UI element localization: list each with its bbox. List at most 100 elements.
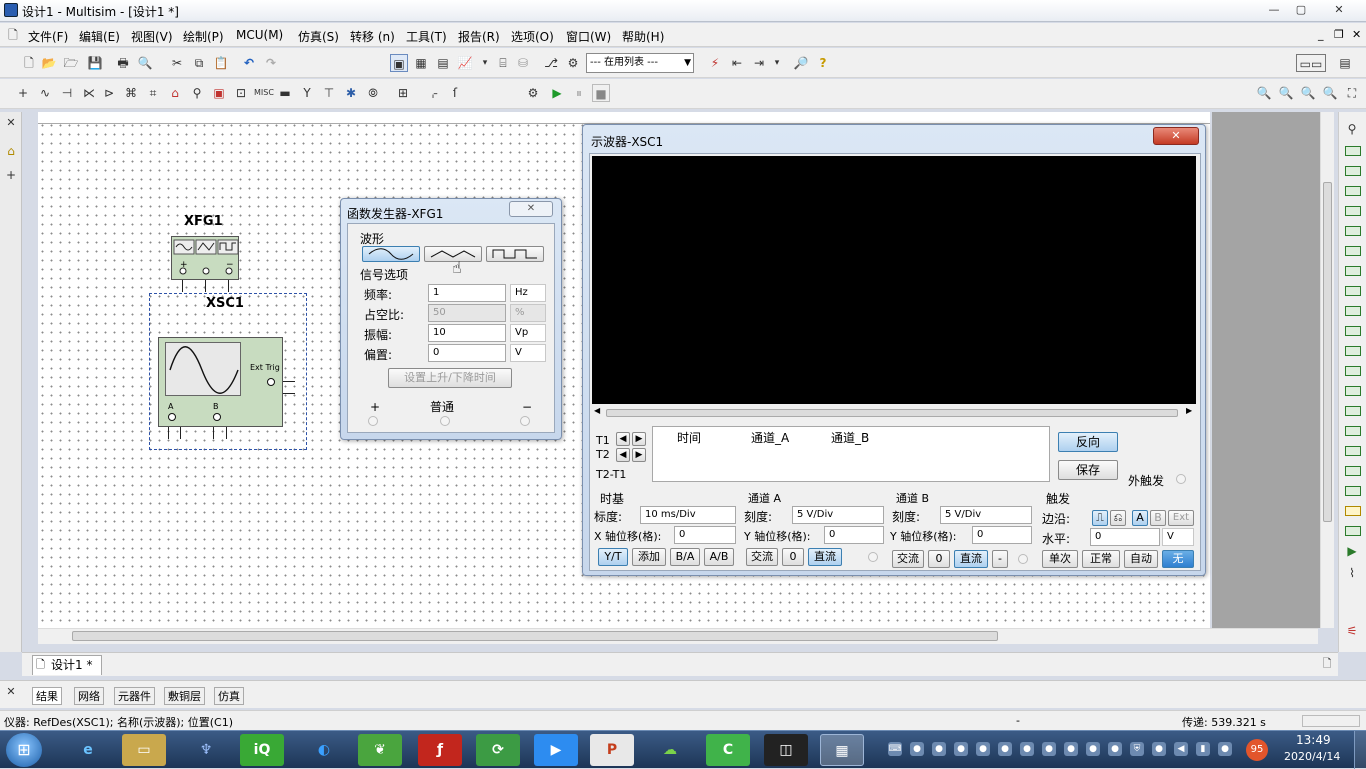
channel-b-ac-button[interactable]: 交流: [892, 550, 924, 568]
frequency-counter-icon[interactable]: [1345, 246, 1361, 256]
t2-right-arrow-icon[interactable]: ▶: [632, 448, 646, 462]
network-analyzer-icon[interactable]: [1345, 386, 1361, 396]
ext-trig-terminal[interactable]: [267, 378, 275, 386]
print-preview-icon[interactable]: 🔍: [136, 54, 154, 72]
ttl-icon[interactable]: ⌘: [122, 84, 140, 102]
cut-icon[interactable]: ✂: [168, 54, 186, 72]
auto-trigger-button[interactable]: 自动: [1124, 550, 1158, 568]
tray-icon[interactable]: ●: [976, 742, 990, 756]
close-icon[interactable]: ✕: [2, 114, 20, 132]
multimeter-icon[interactable]: ⚲: [1343, 120, 1361, 138]
pause-icon[interactable]: ⏸: [570, 84, 588, 102]
trigger-source-a-button[interactable]: A: [1132, 510, 1148, 526]
trigger-source-b-button[interactable]: B: [1150, 510, 1166, 526]
none-trigger-button[interactable]: 无: [1162, 550, 1194, 568]
bus-icon[interactable]: ⌌: [424, 84, 442, 102]
print-icon[interactable]: 🖶: [114, 54, 132, 72]
undo-icon[interactable]: ↶: [240, 54, 258, 72]
oscilloscope-display[interactable]: [592, 156, 1196, 404]
zoom-out-icon[interactable]: 🔍: [1277, 84, 1295, 102]
channel-b-terminal[interactable]: [1018, 554, 1028, 564]
tab-simulation[interactable]: 仿真: [214, 687, 244, 705]
trigger-level-unit[interactable]: V: [1162, 528, 1194, 546]
tab-components[interactable]: 元器件: [114, 687, 155, 705]
tray-icon[interactable]: ●: [1218, 742, 1232, 756]
spreadsheet-icon[interactable]: ▤: [434, 54, 452, 72]
channel-b-minus-button[interactable]: -: [992, 550, 1008, 568]
taskbar-zoom[interactable]: ▶: [534, 734, 578, 766]
menu-file[interactable]: 文件(F): [28, 28, 68, 45]
ext-trigger-terminal[interactable]: [1176, 474, 1186, 484]
channel-b-terminal[interactable]: [213, 413, 221, 421]
advanced-peripherals-icon[interactable]: ⚲: [188, 84, 206, 102]
transistor-icon[interactable]: ⋉: [80, 84, 98, 102]
scroll-right-icon[interactable]: ▶: [1186, 406, 1192, 415]
channel-a-y-position-input[interactable]: 0: [824, 526, 884, 544]
save-icon[interactable]: 💾: [86, 54, 104, 72]
vertical-scrollbar[interactable]: [1320, 112, 1334, 628]
t1-right-arrow-icon[interactable]: ▶: [632, 432, 646, 446]
scroll-left-icon[interactable]: ◀: [594, 406, 600, 415]
current-probe-icon[interactable]: [1345, 526, 1361, 536]
add-mode-button[interactable]: 添加: [632, 548, 666, 566]
taskbar-iqiyi[interactable]: iQ: [240, 734, 284, 766]
electrical-rules-icon[interactable]: ⚙: [564, 54, 582, 72]
tray-icon[interactable]: ●: [1152, 742, 1166, 756]
tray-icon[interactable]: ●: [1108, 742, 1122, 756]
tab-results[interactable]: 结果: [32, 687, 62, 705]
notification-badge[interactable]: 95: [1246, 739, 1268, 761]
menu-simulate[interactable]: 仿真(S): [298, 28, 339, 45]
rf-icon[interactable]: Y: [298, 84, 316, 102]
ab-mode-button[interactable]: A/B: [704, 548, 734, 566]
channel-a-terminal[interactable]: [168, 413, 176, 421]
tray-icon[interactable]: ●: [998, 742, 1012, 756]
add-icon[interactable]: +: [2, 166, 20, 184]
horizontal-scrollbar[interactable]: [38, 628, 1318, 644]
source-icon[interactable]: +: [14, 84, 32, 102]
display-scrollbar[interactable]: ◀ ▶: [592, 406, 1196, 420]
positive-terminal[interactable]: [368, 416, 378, 426]
minimize-button[interactable]: —: [1263, 2, 1285, 18]
rise-fall-time-button[interactable]: 设置上升/下降时间: [388, 368, 512, 388]
play-instrument-icon[interactable]: ▶: [1343, 542, 1361, 560]
tray-icon[interactable]: ●: [1042, 742, 1056, 756]
hierarchy-icon[interactable]: ⎇: [542, 54, 560, 72]
square-wave-button[interactable]: [486, 246, 544, 262]
close-button[interactable]: ✕: [1328, 2, 1350, 18]
duty-cycle-unit[interactable]: %: [510, 304, 546, 322]
scope-probe-icon[interactable]: ⌇: [1343, 564, 1361, 582]
menu-tools[interactable]: 工具(T): [406, 28, 447, 45]
x-position-input[interactable]: 0: [674, 526, 736, 544]
indicator-icon[interactable]: ⊡: [232, 84, 250, 102]
full-screen-icon[interactable]: ⛶: [1343, 84, 1361, 102]
copy-icon[interactable]: ⧉: [190, 54, 208, 72]
t2-left-arrow-icon[interactable]: ◀: [616, 448, 630, 462]
show-desktop-button[interactable]: [1354, 731, 1366, 769]
clock-time[interactable]: 13:49: [1296, 733, 1331, 747]
tray-icon[interactable]: ●: [910, 742, 924, 756]
frequency-unit[interactable]: Hz: [510, 284, 546, 302]
taskbar-app-6[interactable]: ❦: [358, 734, 402, 766]
component-wizard-icon[interactable]: ⌸: [494, 54, 512, 72]
offset-unit[interactable]: V: [510, 344, 546, 362]
tray-icon[interactable]: ●: [1064, 742, 1078, 756]
yt-mode-button[interactable]: Y/T: [598, 548, 628, 566]
offset-input[interactable]: 0: [428, 344, 506, 362]
instrument-view-icon[interactable]: ▭▭: [1296, 54, 1326, 72]
taskbar-multisim[interactable]: ▦: [820, 734, 864, 766]
channel-b-dc-button[interactable]: 直流: [954, 550, 988, 568]
tektronix-oscilloscope-icon[interactable]: [1345, 466, 1361, 476]
negative-terminal[interactable]: [520, 416, 530, 426]
grid-icon[interactable]: ▦: [412, 54, 430, 72]
channel-b-scale-input[interactable]: 5 V/Div: [940, 506, 1032, 524]
single-trigger-button[interactable]: 单次: [1042, 550, 1078, 568]
channel-a-ac-button[interactable]: 交流: [746, 548, 778, 566]
taskbar-explorer[interactable]: ▭: [122, 734, 166, 766]
menu-transfer[interactable]: 转移 (n): [350, 28, 395, 45]
oscilloscope-close-button[interactable]: ✕: [1153, 127, 1199, 145]
logic-analyzer-icon[interactable]: [1345, 306, 1361, 316]
agilent-multimeter-icon[interactable]: [1345, 426, 1361, 436]
keyboard-tray-icon[interactable]: ⌨: [888, 742, 902, 756]
t1-left-arrow-icon[interactable]: ◀: [616, 432, 630, 446]
tray-icon[interactable]: ●: [1086, 742, 1100, 756]
